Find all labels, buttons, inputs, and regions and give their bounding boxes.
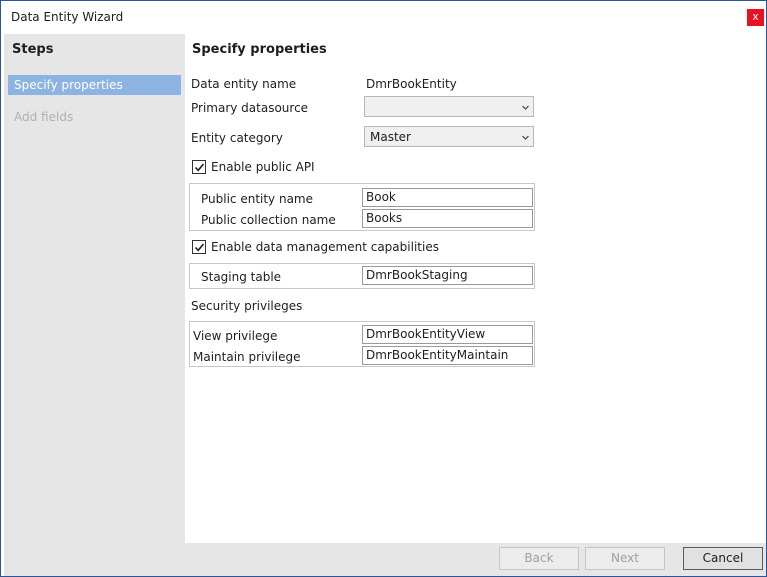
public-collection-name-label: Public collection name [201,213,336,227]
enable-public-api-checkbox[interactable] [192,160,206,174]
enable-data-management-label: Enable data management capabilities [211,240,439,254]
maintain-privilege-label: Maintain privilege [193,350,301,364]
primary-datasource-dropdown[interactable] [364,96,534,117]
data-entity-name-label: Data entity name [191,77,297,91]
maintain-privilege-input[interactable]: DmrBookEntityMaintain [362,346,533,365]
step-specify-properties[interactable]: Specify properties [8,75,181,95]
entity-category-label: Entity category [191,131,283,145]
staging-table-label: Staging table [201,270,282,284]
wizard-window: Data Entity Wizard x Steps Specify prope… [0,0,767,577]
checkmark-icon [194,243,205,252]
data-entity-name-value: DmrBookEntity [366,77,457,91]
chevron-down-icon [522,105,529,110]
chevron-down-icon [522,135,529,140]
public-api-group: Public entity name Book Public collectio… [189,183,535,231]
public-collection-name-input[interactable]: Books [362,209,533,228]
title-bar: Data Entity Wizard x [1,1,766,33]
window-title: Data Entity Wizard [11,10,124,24]
entity-category-dropdown[interactable]: Master [364,126,534,147]
security-privileges-group: View privilege DmrBookEntityView Maintai… [189,321,535,367]
steps-heading: Steps [12,42,54,57]
next-button[interactable]: Next [585,547,665,570]
entity-category-value: Master [370,130,411,144]
public-entity-name-input[interactable]: Book [362,188,533,207]
enable-public-api-label: Enable public API [211,160,315,174]
close-icon: x [752,10,759,23]
steps-sidebar: Steps Specify properties Add fields [4,34,185,543]
security-privileges-label: Security privileges [191,299,303,313]
button-bar: Back Next Cancel [4,543,766,576]
primary-datasource-label: Primary datasource [191,101,309,115]
page-title: Specify properties [192,42,327,57]
properties-panel: Specify properties Data entity name DmrB… [185,34,766,543]
enable-data-management-checkbox[interactable] [192,240,206,254]
step-add-fields: Add fields [14,110,74,124]
staging-table-input[interactable]: DmrBookStaging [362,266,533,285]
back-button[interactable]: Back [499,547,579,570]
public-entity-name-label: Public entity name [201,192,314,206]
view-privilege-label: View privilege [193,329,278,343]
cancel-button[interactable]: Cancel [683,547,763,570]
close-button[interactable]: x [747,9,764,26]
data-management-group: Staging table DmrBookStaging [189,263,535,289]
view-privilege-input[interactable]: DmrBookEntityView [362,325,533,344]
checkmark-icon [194,163,205,172]
